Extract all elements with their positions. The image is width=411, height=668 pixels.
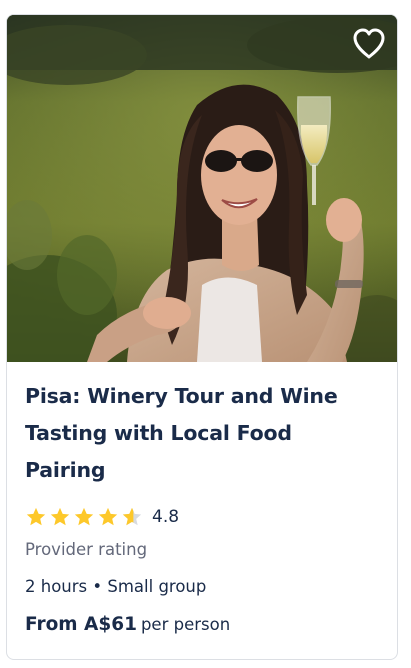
duration: 2 hours	[25, 577, 88, 596]
star-full-icon	[98, 507, 118, 526]
rating-stars	[25, 506, 143, 528]
price-row: From A$61 per person	[25, 614, 379, 635]
activity-card[interactable]: Pisa: Winery Tour and Wine Tasting with …	[6, 14, 398, 660]
activity-image[interactable]	[7, 15, 397, 362]
star-partial-icon	[122, 507, 142, 526]
star-full-icon	[50, 507, 70, 526]
price: From A$61	[25, 614, 137, 635]
rating-value: 4.8	[152, 507, 180, 527]
vineyard-photo	[7, 15, 397, 362]
group-size: Small group	[107, 577, 207, 596]
star-full-icon	[74, 507, 94, 526]
wishlist-button[interactable]	[351, 27, 387, 61]
activity-meta: 2 hours • Small group	[25, 577, 379, 596]
provider-rating-label: Provider rating	[25, 540, 148, 559]
price-suffix: per person	[140, 615, 231, 634]
heart-outline-icon	[353, 28, 385, 59]
activity-title[interactable]: Pisa: Winery Tour and Wine Tasting with …	[25, 378, 379, 489]
rating-row: 4.8	[25, 503, 379, 531]
star-full-icon	[26, 507, 46, 526]
meta-separator: •	[92, 577, 103, 596]
